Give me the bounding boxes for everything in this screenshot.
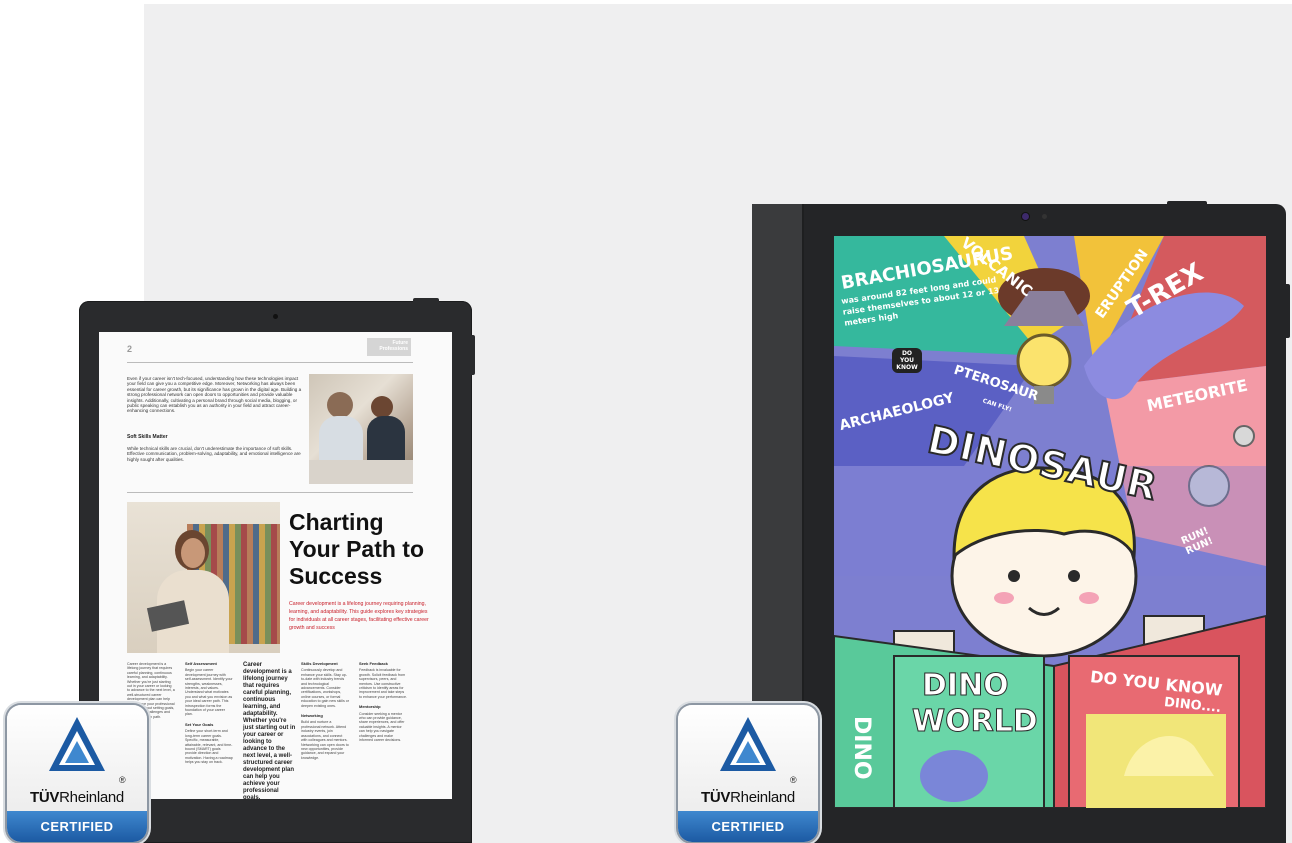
column-heading: Mentorship <box>359 704 381 710</box>
tuv-brand: TÜVRheinland <box>701 789 795 806</box>
column-text: Consider seeking a mentor who can provid… <box>359 711 405 743</box>
front-camera <box>1022 213 1029 220</box>
tuv-triangle-logo <box>720 717 776 771</box>
registered-mark: ® <box>119 775 126 785</box>
volume-button <box>471 335 475 375</box>
cover-do-you-know-small: DO YOU KNOW <box>892 348 922 373</box>
tuv-triangle-logo <box>49 717 105 771</box>
column-heading: Seek Feedback <box>359 661 388 666</box>
soft-skills-heading: Soft Skills Matter <box>127 434 168 440</box>
column-text: Begin your career development journey wi… <box>185 668 233 717</box>
column-text: Build and nurture a professional network… <box>301 720 349 760</box>
shop-owner-photo <box>127 502 280 653</box>
page-number: 2 <box>127 344 133 354</box>
volume-button <box>1285 284 1290 338</box>
column-heading: Skills Development <box>301 661 338 666</box>
column-text: Define your short-term and long-term car… <box>185 729 233 765</box>
soft-skills-paragraph: While technical skills are crucial, don'… <box>127 446 301 462</box>
article-column: Seek Feedback Feedback is invaluable for… <box>359 661 407 743</box>
sensor <box>1042 214 1047 219</box>
tablet-right: BRACHIOSAURUS was around 82 feet long an… <box>752 201 1290 843</box>
column-text: Feedback is invaluable for growth. Solic… <box>359 668 407 699</box>
divider <box>127 362 413 363</box>
column-text: Continuously develop and enhance your sk… <box>301 668 349 708</box>
intro-paragraph: Even if your career isn't tech-focused, … <box>127 376 302 414</box>
tuv-brand: TÜVRheinland <box>30 789 124 806</box>
article-intro: Career development is a lifelong journey… <box>289 601 429 631</box>
power-button <box>1167 201 1207 205</box>
column-heading: Networking <box>301 713 323 719</box>
page-section-tag: Future Professions <box>367 338 411 356</box>
book-title-dino: DINO <box>922 668 1010 704</box>
colleagues-photo <box>309 374 413 484</box>
article-headline: Charting Your Path to Success <box>289 509 425 589</box>
article-column: Self Assessment Begin your career develo… <box>185 661 233 765</box>
dinosaur-book-cover: BRACHIOSAURUS was around 82 feet long an… <box>834 236 1266 808</box>
certified-label: CERTIFIED <box>678 811 818 842</box>
pullquote-text: Career development is a lifelong journey… <box>243 662 296 799</box>
power-button <box>413 298 439 302</box>
article-pullquote: Career development is a lifelong journey… <box>243 662 297 799</box>
book-spine-dino: DINO <box>849 716 874 780</box>
front-camera <box>273 314 278 319</box>
column-heading: Set Your Goals <box>185 721 214 727</box>
book-title-world: WORLD <box>912 704 1039 740</box>
certified-label: CERTIFIED <box>7 811 147 842</box>
column-heading: Self Assessment <box>185 661 217 666</box>
divider <box>127 492 413 493</box>
tuv-certified-badge: ® TÜVRheinland CERTIFIED <box>7 705 147 842</box>
registered-mark: ® <box>790 775 797 785</box>
cover-illustration <box>834 236 1266 808</box>
tuv-certified-badge: ® TÜVRheinland CERTIFIED <box>678 705 818 842</box>
magazine-screen: 2 Future Professions Even if your career… <box>99 332 452 799</box>
article-column: Skills Development Continuously develop … <box>301 661 349 760</box>
